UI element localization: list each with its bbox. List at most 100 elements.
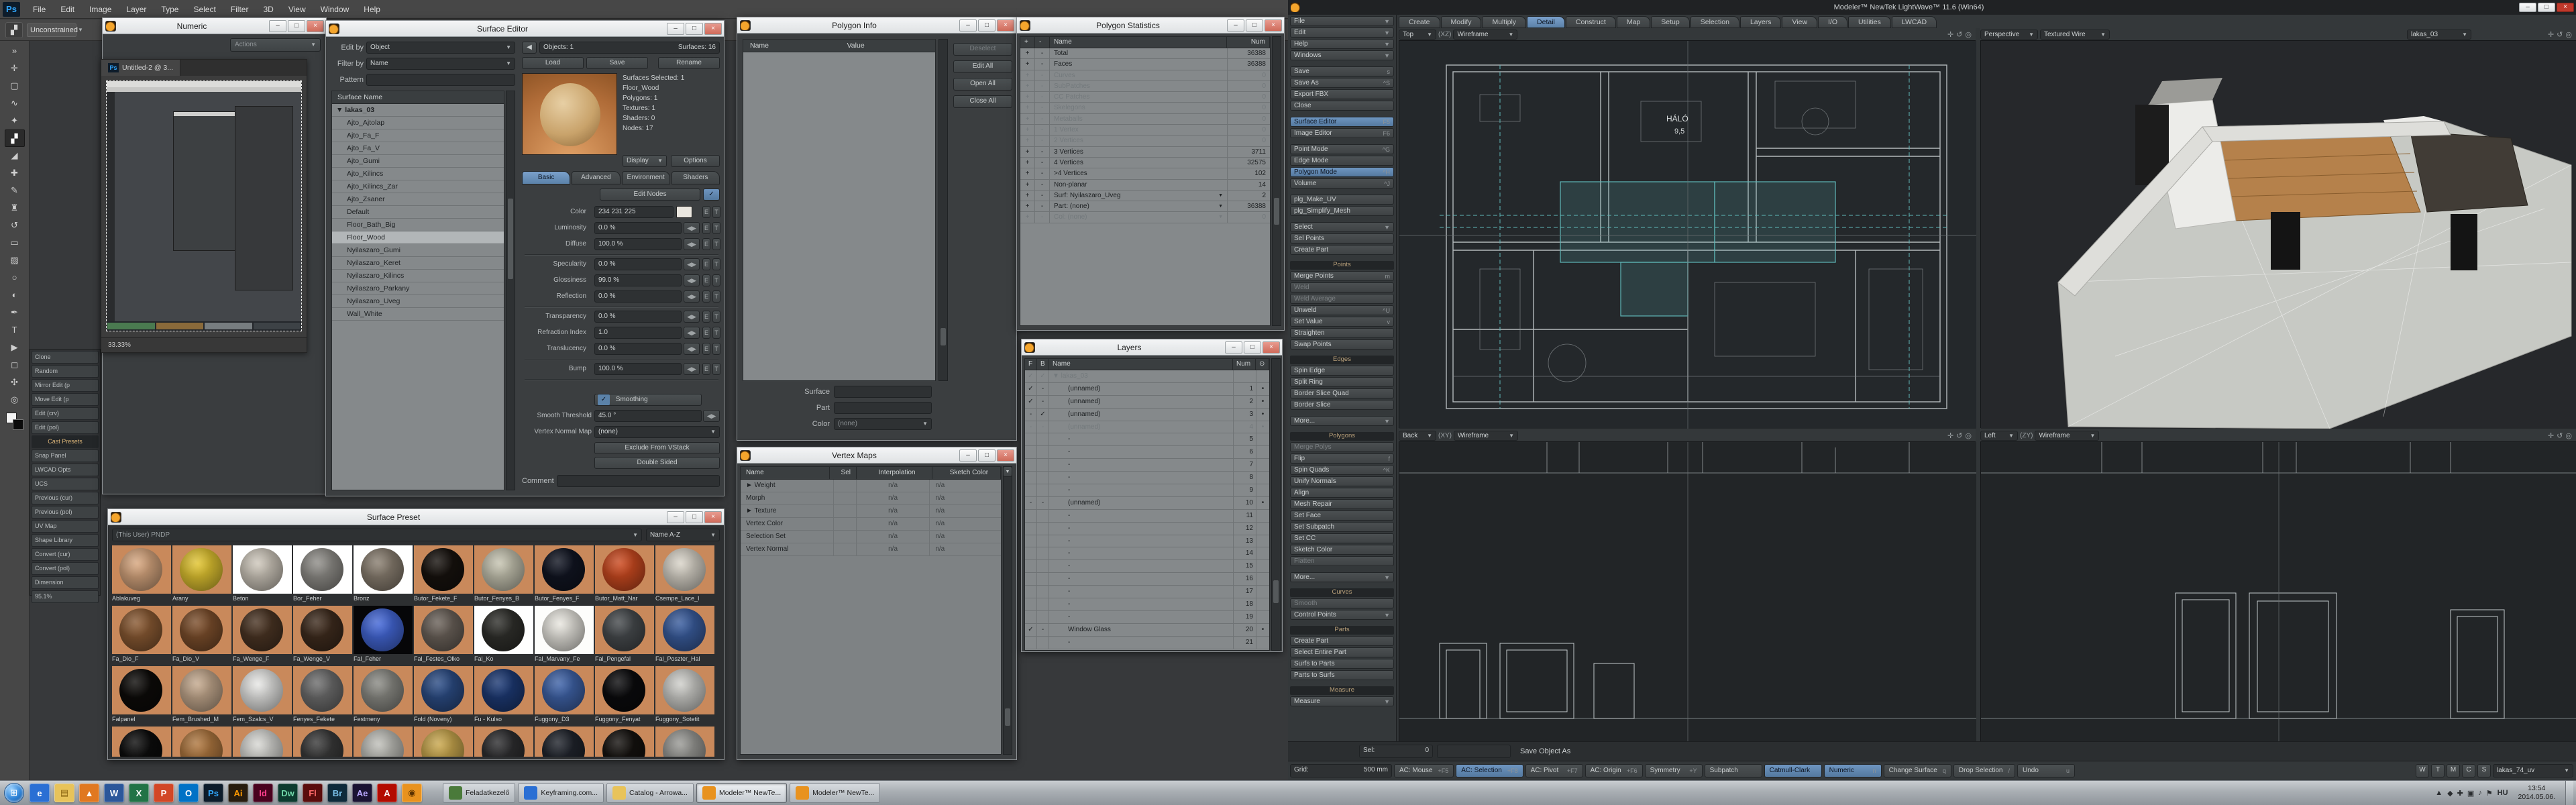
object-selector-dropdown[interactable]: lakas_03▼ <box>2407 30 2471 40</box>
sidebar-merge-points[interactable]: Merge Pointsm <box>1290 271 1394 281</box>
hand-tool-icon[interactable]: ✣ <box>5 374 25 391</box>
preset-swatch[interactable]: Csempe_Lace_I <box>655 545 714 604</box>
texture-button[interactable]: T <box>712 206 720 218</box>
layer-background-toggle[interactable]: ✓ <box>1037 370 1049 382</box>
layer-foreground-toggle[interactable] <box>1025 598 1037 610</box>
sidebar-weld[interactable]: Weld <box>1290 282 1394 292</box>
surface-list-scrollbar[interactable] <box>506 91 515 490</box>
sidebar-sel-points[interactable]: Sel Points <box>1290 233 1394 244</box>
rename-button[interactable]: Rename <box>658 57 720 69</box>
channel-stepper[interactable]: ◀▶ <box>684 222 700 234</box>
status-ac-origin[interactable]: AC: Origin+F6 <box>1585 764 1643 777</box>
word-icon[interactable]: W <box>104 784 124 802</box>
media-player-icon[interactable]: ▲ <box>79 784 99 802</box>
channel-value[interactable]: 100.0 % <box>594 363 682 375</box>
sidebar-weld-average[interactable]: Weld Average <box>1290 294 1394 304</box>
stat-row[interactable]: +-3 Vertices3711 <box>1020 147 1270 158</box>
channel-stepper[interactable]: ◀▶ <box>684 327 700 339</box>
status-subpatch[interactable]: Subpatch <box>1705 764 1762 777</box>
preset-swatch[interactable]: Bronz <box>354 545 413 604</box>
menu-layer[interactable]: Layer <box>119 0 154 19</box>
options-button[interactable]: Options <box>671 155 720 167</box>
preset-swatch[interactable]: Fuggony_Sotetit <box>655 666 714 725</box>
expand-plus[interactable]: + <box>1020 136 1035 146</box>
load-button[interactable]: Load <box>522 57 584 69</box>
sidebar-unweld[interactable]: Unweld^U <box>1290 305 1394 315</box>
lwcad-dimension[interactable]: Dimension <box>32 576 99 589</box>
collapse-minus[interactable]: - <box>1035 81 1050 91</box>
preset-swatch[interactable] <box>233 727 292 757</box>
layer-background-toggle[interactable] <box>1037 433 1049 445</box>
surface-field[interactable] <box>834 386 932 398</box>
render-mode-dropdown[interactable]: Textured Wire▼ <box>2040 30 2110 40</box>
layer-background-toggle[interactable] <box>1037 523 1049 535</box>
sidebar-surface-editor[interactable]: Surface EditorF5 <box>1290 117 1394 127</box>
expand-plus[interactable]: + <box>1020 70 1035 80</box>
layer-foreground-toggle[interactable]: ✓ <box>1025 370 1037 382</box>
envelope-button[interactable]: E <box>702 290 710 303</box>
minimize-button[interactable]: – <box>667 511 684 523</box>
after-effects-icon[interactable]: Ae <box>352 784 372 802</box>
tab-setup[interactable]: Setup <box>1651 16 1689 28</box>
preset-swatch[interactable] <box>535 727 594 757</box>
layer-row[interactable]: --(unnamed)4• <box>1025 421 1269 434</box>
eraser-tool-icon[interactable]: ▭ <box>5 234 25 252</box>
surface-row[interactable]: Nyilaszaro_Keret <box>332 257 504 270</box>
pattern-input[interactable] <box>366 74 515 86</box>
layer-background-toggle[interactable] <box>1037 547 1049 559</box>
sidebar-close[interactable]: Close <box>1290 101 1394 111</box>
layer-row[interactable]: -11 <box>1025 510 1269 523</box>
sidebar-windows[interactable]: Windows▼ <box>1290 50 1394 60</box>
view-type-dropdown[interactable]: Top▼ <box>1399 30 1436 40</box>
channel-stepper[interactable]: ◀▶ <box>684 238 700 250</box>
layer-background-toggle[interactable] <box>1037 598 1049 610</box>
close-button[interactable]: × <box>307 20 324 32</box>
channel-value[interactable]: 0.0 % <box>594 290 682 303</box>
dropdown-arrow-icon[interactable]: ▼ <box>1218 191 1223 201</box>
menu-image[interactable]: Image <box>82 0 119 19</box>
view-type-dropdown[interactable]: Perspective▼ <box>1980 30 2038 40</box>
zoom-icon[interactable]: ◎ <box>2565 30 2572 39</box>
collapse-minus[interactable]: - <box>1035 48 1050 58</box>
layer-background-toggle[interactable] <box>1037 560 1049 572</box>
layers-titlebar[interactable]: Layers – □ × <box>1022 339 1282 356</box>
preset-swatch[interactable]: Butor_Matt_Nar <box>595 545 654 604</box>
layer-row[interactable]: ✓-(unnamed)2• <box>1025 396 1269 409</box>
status-symmetry[interactable]: Symmetry+Y <box>1645 764 1703 777</box>
tray-expand-icon[interactable]: ▲ <box>2435 789 2443 797</box>
envelope-button[interactable]: E <box>702 258 710 270</box>
rotate-icon[interactable]: ↺ <box>2557 431 2563 440</box>
sidebar-border-slice-quad[interactable]: Border Slice Quad <box>1290 388 1394 398</box>
layer-foreground-toggle[interactable]: ✓ <box>1025 383 1037 395</box>
channel-value[interactable]: 0.0 % <box>594 311 682 323</box>
expand-plus[interactable]: + <box>1020 180 1035 190</box>
button-close-all[interactable]: Close All <box>953 95 1012 108</box>
layer-background-toggle[interactable]: - <box>1037 497 1049 509</box>
layer-foreground-toggle[interactable] <box>1025 472 1037 484</box>
acrobat-icon[interactable]: A <box>377 784 397 802</box>
channel-value[interactable]: 99.0 % <box>594 274 682 286</box>
sidebar-surfs-to-parts[interactable]: Surfs to Parts <box>1290 659 1394 669</box>
expand-plus[interactable]: + <box>1020 59 1035 69</box>
button-open-all[interactable]: Open All <box>953 78 1012 91</box>
viewport-perspective[interactable] <box>1980 40 2576 428</box>
sidebar-align[interactable]: Align <box>1290 488 1394 498</box>
preset-swatch[interactable]: Beton <box>233 545 292 604</box>
preset-swatch[interactable] <box>354 727 413 757</box>
button-edit-all[interactable]: Edit All <box>953 60 1012 73</box>
stat-row[interactable]: +-Col: (none)▼0 <box>1020 212 1270 223</box>
maximize-button[interactable]: □ <box>686 23 703 35</box>
preset-swatch[interactable]: Fuggony_Fenyat <box>595 666 654 725</box>
surface-preset-titlebar[interactable]: Surface Preset – □ × <box>108 509 724 525</box>
vmap-mode-w[interactable]: W <box>2416 764 2429 777</box>
preset-swatch[interactable]: Fuggony_D3 <box>535 666 594 725</box>
sidebar-help[interactable]: Help▼ <box>1290 39 1394 49</box>
surface-editor-titlebar[interactable]: Surface Editor – □ × <box>326 21 724 37</box>
vmap-mode-m[interactable]: M <box>2447 764 2460 777</box>
vertex-maps-list[interactable]: NameSelInterpolationSketch Color ► Weigh… <box>740 466 1002 755</box>
surface-row[interactable]: Nyilaszaro_Kilincs <box>332 270 504 282</box>
pan-icon[interactable]: ✛ <box>2548 30 2554 39</box>
document-image[interactable] <box>107 81 301 331</box>
sidebar-image-editor[interactable]: Image EditorF6 <box>1290 128 1394 138</box>
gradient-tool-icon[interactable]: ▨ <box>5 252 25 269</box>
